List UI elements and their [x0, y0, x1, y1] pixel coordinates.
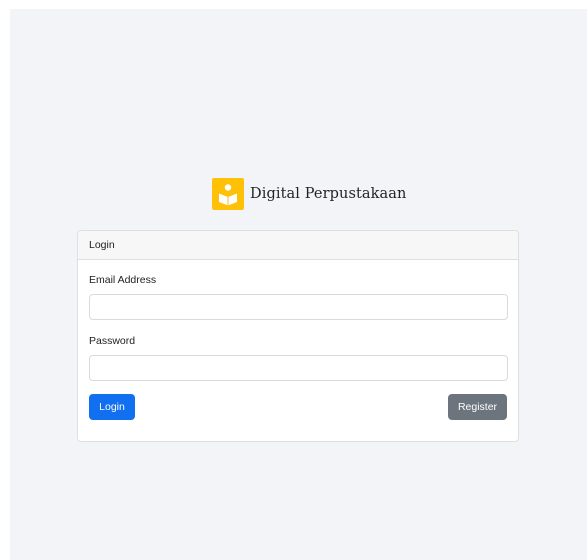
- password-field[interactable]: [89, 355, 508, 381]
- book-reader-icon: [212, 178, 244, 210]
- login-card-header: Login: [78, 231, 518, 260]
- login-button[interactable]: Login: [89, 394, 135, 420]
- email-field[interactable]: [89, 294, 508, 320]
- brand: Digital Perpustakaan: [212, 178, 406, 210]
- app-name: Digital Perpustakaan: [250, 186, 407, 202]
- email-label: Email Address: [89, 274, 157, 286]
- login-card-title: Login: [89, 239, 115, 251]
- password-label: Password: [89, 335, 136, 347]
- login-card: Login Email Address Password Login Regis…: [77, 230, 519, 442]
- register-button[interactable]: Register: [448, 394, 507, 420]
